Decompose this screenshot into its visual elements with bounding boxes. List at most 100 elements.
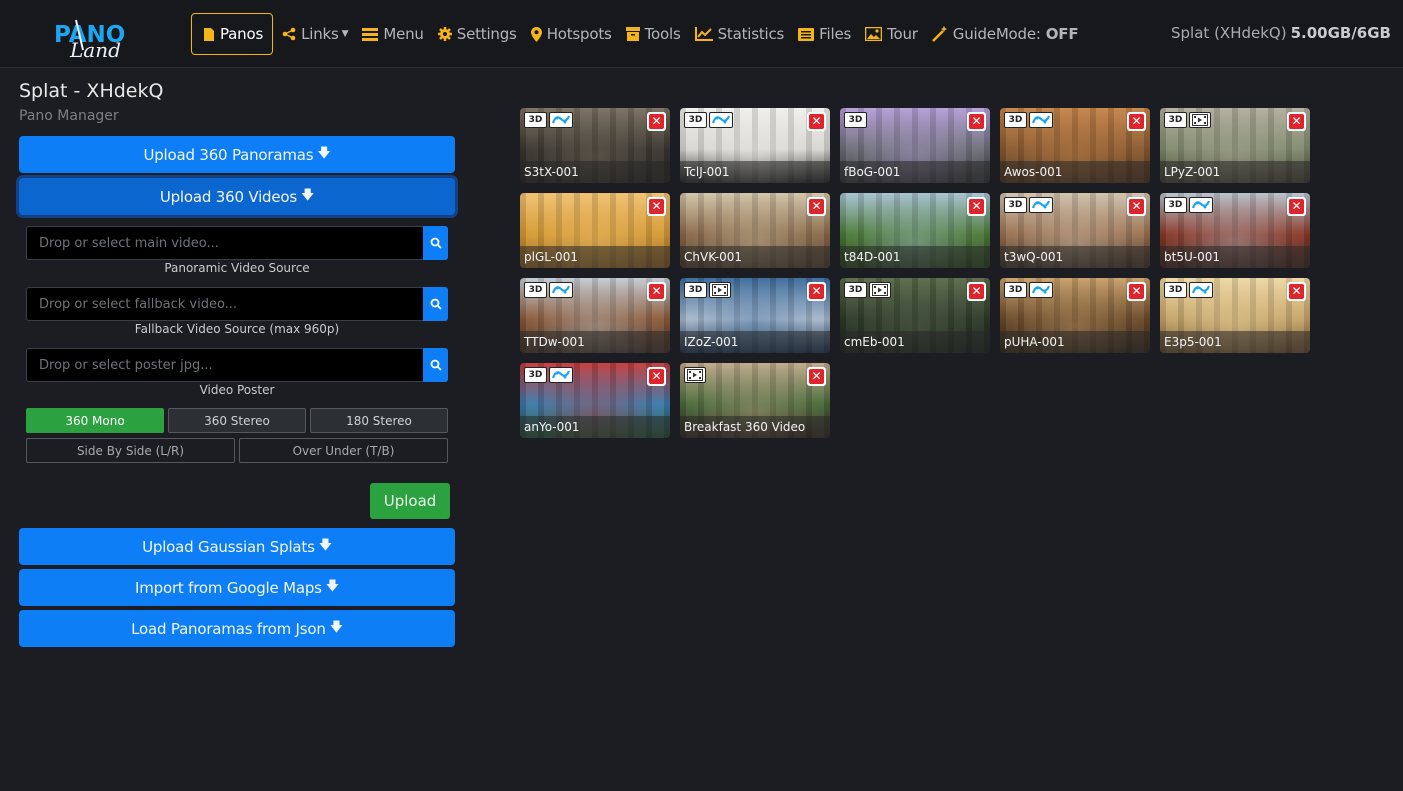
arrow-down-icon: 🡇 (301, 187, 315, 203)
top-navbar: PANO Land Panos Links ▼ Menu Settings Hotspot… (0, 0, 1403, 68)
close-icon: ✕ (969, 114, 984, 129)
upload-panoramas-label: Upload 360 Panoramas (143, 145, 314, 164)
import-google-maps-button[interactable]: Import from Google Maps 🡇 (19, 569, 455, 606)
image-icon (865, 27, 883, 41)
pano-name: TTDw-001 (520, 331, 670, 353)
splat-badge-icon (549, 282, 573, 298)
pano-tile[interactable]: 3D ✕ TTDw-001 (520, 278, 670, 353)
pano-tile[interactable]: 3D ✕ cmEb-001 (840, 278, 990, 353)
delete-pano-button[interactable]: ✕ (807, 112, 826, 131)
mode-180-stereo[interactable]: 180 Stereo (310, 408, 448, 433)
layout-over-under[interactable]: Over Under (T/B) (239, 438, 448, 463)
share-icon (282, 27, 296, 41)
delete-pano-button[interactable]: ✕ (1287, 197, 1306, 216)
delete-pano-button[interactable]: ✕ (807, 367, 826, 386)
pano-tile[interactable]: 3D ✕ anYo-001 (520, 363, 670, 438)
pano-tile[interactable]: ✕ t84D-001 (840, 193, 990, 268)
pano-tile[interactable]: 3D ✕ bt5U-001 (1160, 193, 1310, 268)
splat-badge-icon (709, 112, 733, 128)
delete-pano-button[interactable]: ✕ (807, 282, 826, 301)
pano-tile[interactable]: 3D ✕ E3p5-001 (1160, 278, 1310, 353)
nav-tour[interactable]: Tour (858, 13, 925, 55)
splat-badge-icon (1029, 282, 1053, 298)
close-icon: ✕ (969, 284, 984, 299)
delete-pano-button[interactable]: ✕ (967, 282, 986, 301)
close-icon: ✕ (809, 199, 824, 214)
archive-icon (625, 27, 640, 41)
nav-statistics[interactable]: Statistics (688, 13, 792, 55)
pano-tile[interactable]: 3D ✕ LPyZ-001 (1160, 108, 1310, 183)
panoland-logo[interactable]: PANO Land (52, 16, 134, 62)
guidemode-status: OFF (1045, 25, 1079, 43)
pano-badges: 3D (1164, 197, 1213, 213)
nav-panos[interactable]: Panos (191, 13, 274, 55)
fallback-video-input[interactable] (26, 287, 423, 321)
nav-menu[interactable]: Menu (355, 13, 430, 55)
pano-badges: 3D (1164, 282, 1213, 298)
nav-files[interactable]: Files (791, 13, 858, 55)
nav-label: Tools (644, 25, 681, 43)
poster-dropzone (26, 348, 448, 382)
upload-splats-button[interactable]: Upload Gaussian Splats 🡇 (19, 528, 455, 565)
pano-name: ChVK-001 (680, 246, 830, 268)
layout-side-by-side[interactable]: Side By Side (L/R) (26, 438, 235, 463)
pano-tile[interactable]: 3D ✕ t3wQ-001 (1000, 193, 1150, 268)
3d-badge-icon: 3D (524, 367, 547, 383)
3d-badge-icon: 3D (684, 282, 707, 298)
delete-pano-button[interactable]: ✕ (967, 197, 986, 216)
pano-tile[interactable]: ✕ ChVK-001 (680, 193, 830, 268)
close-icon: ✕ (649, 284, 664, 299)
upload-button[interactable]: Upload (370, 483, 450, 519)
nav-tools[interactable]: Tools (619, 13, 688, 55)
pano-name: S3tX-001 (520, 161, 670, 183)
delete-pano-button[interactable]: ✕ (647, 112, 666, 131)
delete-pano-button[interactable]: ✕ (1287, 282, 1306, 301)
nav-links[interactable]: Links ▼ (275, 13, 355, 55)
pano-tile[interactable]: 3D ✕ IZoZ-001 (680, 278, 830, 353)
pano-name: pUHA-001 (1000, 331, 1150, 353)
pano-name: Breakfast 360 Video (680, 416, 830, 438)
pano-tile[interactable]: 3D ✕ pUHA-001 (1000, 278, 1150, 353)
delete-pano-button[interactable]: ✕ (647, 197, 666, 216)
pano-tile[interactable]: 3D ✕ S3tX-001 (520, 108, 670, 183)
fallback-video-dropzone (26, 287, 448, 321)
nav-settings[interactable]: Settings (431, 13, 524, 55)
mode-360-mono[interactable]: 360 Mono (26, 408, 164, 433)
arrow-down-icon: 🡇 (325, 578, 339, 594)
pano-badges: 3D (1004, 197, 1053, 213)
search-icon (430, 359, 442, 371)
delete-pano-button[interactable]: ✕ (647, 282, 666, 301)
main-video-input[interactable] (26, 226, 423, 260)
pano-tile[interactable]: 3D ✕ Awos-001 (1000, 108, 1150, 183)
upload-videos-button[interactable]: Upload 360 Videos 🡇 (19, 178, 455, 215)
delete-pano-button[interactable]: ✕ (1127, 282, 1146, 301)
nav-guidemode[interactable]: GuideMode: OFF (925, 13, 1086, 55)
project-name: Splat (XHdekQ) (1171, 24, 1287, 42)
nav-hotspots[interactable]: Hotspots (524, 13, 619, 55)
upload-splats-label: Upload Gaussian Splats (142, 537, 315, 556)
delete-pano-button[interactable]: ✕ (1287, 112, 1306, 131)
delete-pano-button[interactable]: ✕ (1127, 112, 1146, 131)
pano-name: plGL-001 (520, 246, 670, 268)
video-badge-icon (869, 282, 891, 298)
video-badge-icon (1189, 112, 1211, 128)
delete-pano-button[interactable]: ✕ (1127, 197, 1146, 216)
pano-badges: 3D (844, 112, 867, 128)
poster-browse-button[interactable] (423, 348, 448, 382)
pano-tile[interactable]: ✕ plGL-001 (520, 193, 670, 268)
pano-badges: 3D (1004, 112, 1053, 128)
pano-tile[interactable]: 3D ✕ TclJ-001 (680, 108, 830, 183)
upload-panoramas-button[interactable]: Upload 360 Panoramas 🡇 (19, 136, 455, 173)
main-video-browse-button[interactable] (423, 226, 448, 260)
load-json-button[interactable]: Load Panoramas from Json 🡇 (19, 610, 455, 647)
pano-tile[interactable]: ✕ Breakfast 360 Video (680, 363, 830, 438)
delete-pano-button[interactable]: ✕ (807, 197, 826, 216)
delete-pano-button[interactable]: ✕ (967, 112, 986, 131)
fallback-video-browse-button[interactable] (423, 287, 448, 321)
arrow-down-icon: 🡇 (317, 145, 331, 161)
delete-pano-button[interactable]: ✕ (647, 367, 666, 386)
pano-name: fBoG-001 (840, 161, 990, 183)
pano-tile[interactable]: 3D ✕ fBoG-001 (840, 108, 990, 183)
poster-input[interactable] (26, 348, 423, 382)
mode-360-stereo[interactable]: 360 Stereo (168, 408, 306, 433)
